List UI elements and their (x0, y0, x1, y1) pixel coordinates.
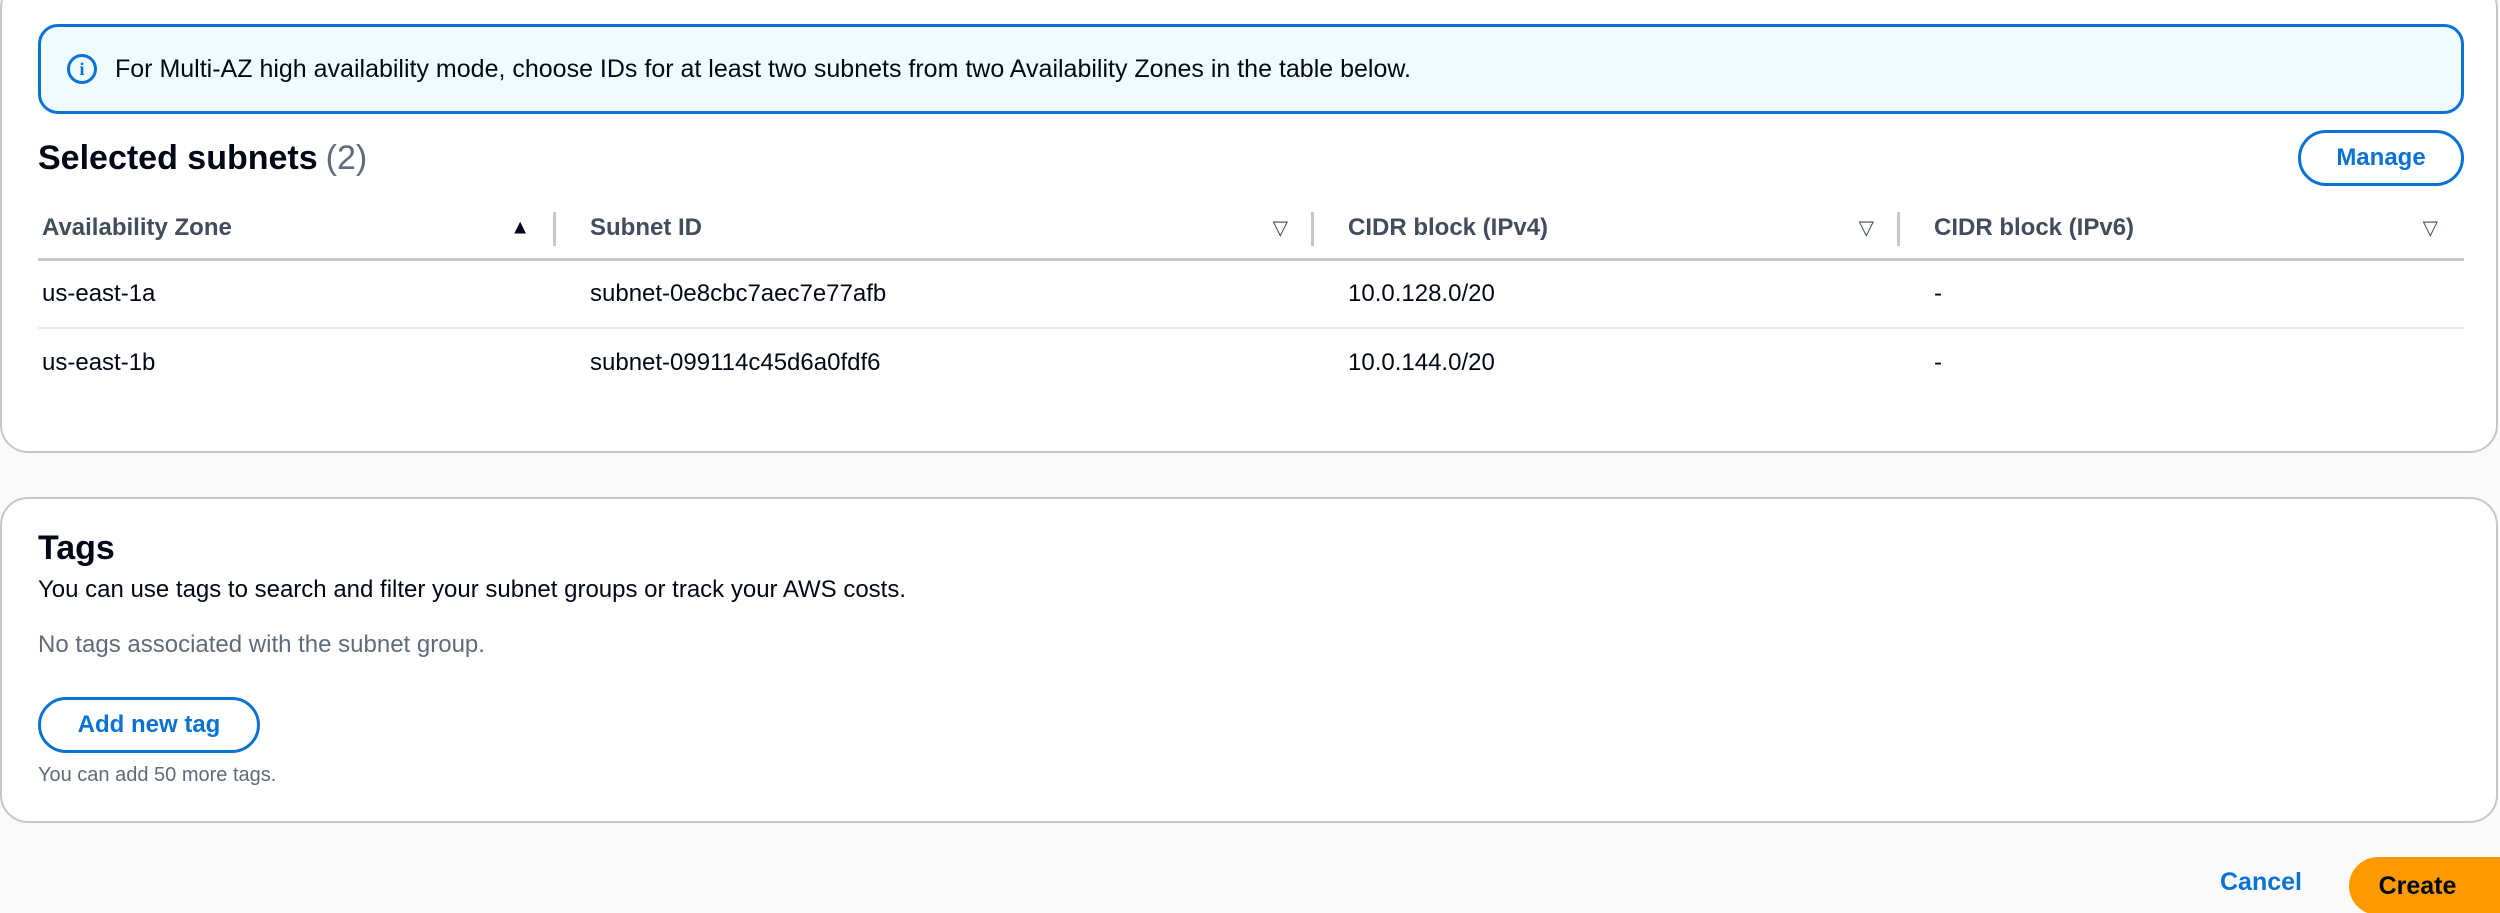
table-row: us-east-1b subnet-099114c45d6a0fdf6 10.0… (38, 329, 2464, 397)
cell-cidr-ipv4: 10.0.128.0/20 (1348, 280, 1495, 307)
cell-cidr-ipv4: 10.0.144.0/20 (1348, 349, 1495, 376)
sort-ascending-icon[interactable]: ▲ (510, 216, 530, 239)
tags-description: You can use tags to search and filter yo… (38, 576, 907, 603)
selected-subnets-title: Selected subnets (2) (38, 139, 367, 178)
create-button[interactable]: Create (2349, 857, 2500, 913)
info-alert: i For Multi-AZ high availability mode, c… (38, 24, 2464, 114)
sort-icon[interactable]: ▽ (2423, 215, 2438, 240)
cell-subnet-id: subnet-0e8cbc7aec7e77afb (590, 280, 887, 307)
tags-container: Tags You can use tags to search and filt… (0, 497, 2498, 823)
sort-icon[interactable]: ▽ (1859, 215, 1874, 240)
info-icon: i (67, 54, 97, 84)
column-header-cidr-ipv6[interactable]: CIDR block (IPv6) ▽ (1900, 197, 2464, 258)
column-header-label: CIDR block (IPv4) (1348, 213, 1549, 241)
selected-subnets-header: Selected subnets (2) Manage (38, 127, 2464, 189)
table-row: us-east-1a subnet-0e8cbc7aec7e77afb 10.0… (38, 261, 2464, 329)
tags-empty-message: No tags associated with the subnet group… (38, 631, 485, 658)
manage-button[interactable]: Manage (2298, 130, 2464, 186)
info-alert-text: For Multi-AZ high availability mode, cho… (115, 54, 1411, 83)
cell-availability-zone: us-east-1a (42, 280, 156, 307)
cell-availability-zone: us-east-1b (42, 349, 156, 376)
cell-cidr-ipv6: - (1934, 349, 1942, 376)
column-header-label: Subnet ID (590, 213, 702, 241)
selected-subnets-table: Availability Zone ▲ Subnet ID ▽ CIDR blo… (38, 197, 2464, 397)
selected-subnets-title-text: Selected subnets (38, 138, 318, 177)
column-header-availability-zone[interactable]: Availability Zone ▲ (38, 197, 556, 258)
column-header-label: Availability Zone (42, 213, 232, 241)
column-header-cidr-ipv4[interactable]: CIDR block (IPv4) ▽ (1314, 197, 1900, 258)
cell-subnet-id: subnet-099114c45d6a0fdf6 (590, 349, 881, 376)
page: i For Multi-AZ high availability mode, c… (0, 0, 2500, 913)
tags-title: Tags (38, 529, 115, 567)
table-header-row: Availability Zone ▲ Subnet ID ▽ CIDR blo… (38, 197, 2464, 261)
selected-subnets-container: i For Multi-AZ high availability mode, c… (0, 0, 2498, 453)
column-header-label: CIDR block (IPv6) (1934, 213, 2135, 241)
cell-cidr-ipv6: - (1934, 280, 1942, 307)
cancel-button[interactable]: Cancel (2220, 868, 2302, 897)
column-header-subnet-id[interactable]: Subnet ID ▽ (556, 197, 1314, 258)
sort-icon[interactable]: ▽ (1273, 215, 1288, 240)
tags-limit-hint: You can add 50 more tags. (38, 764, 277, 786)
selected-subnets-count: (2) (325, 138, 368, 177)
add-new-tag-button[interactable]: Add new tag (38, 697, 260, 753)
